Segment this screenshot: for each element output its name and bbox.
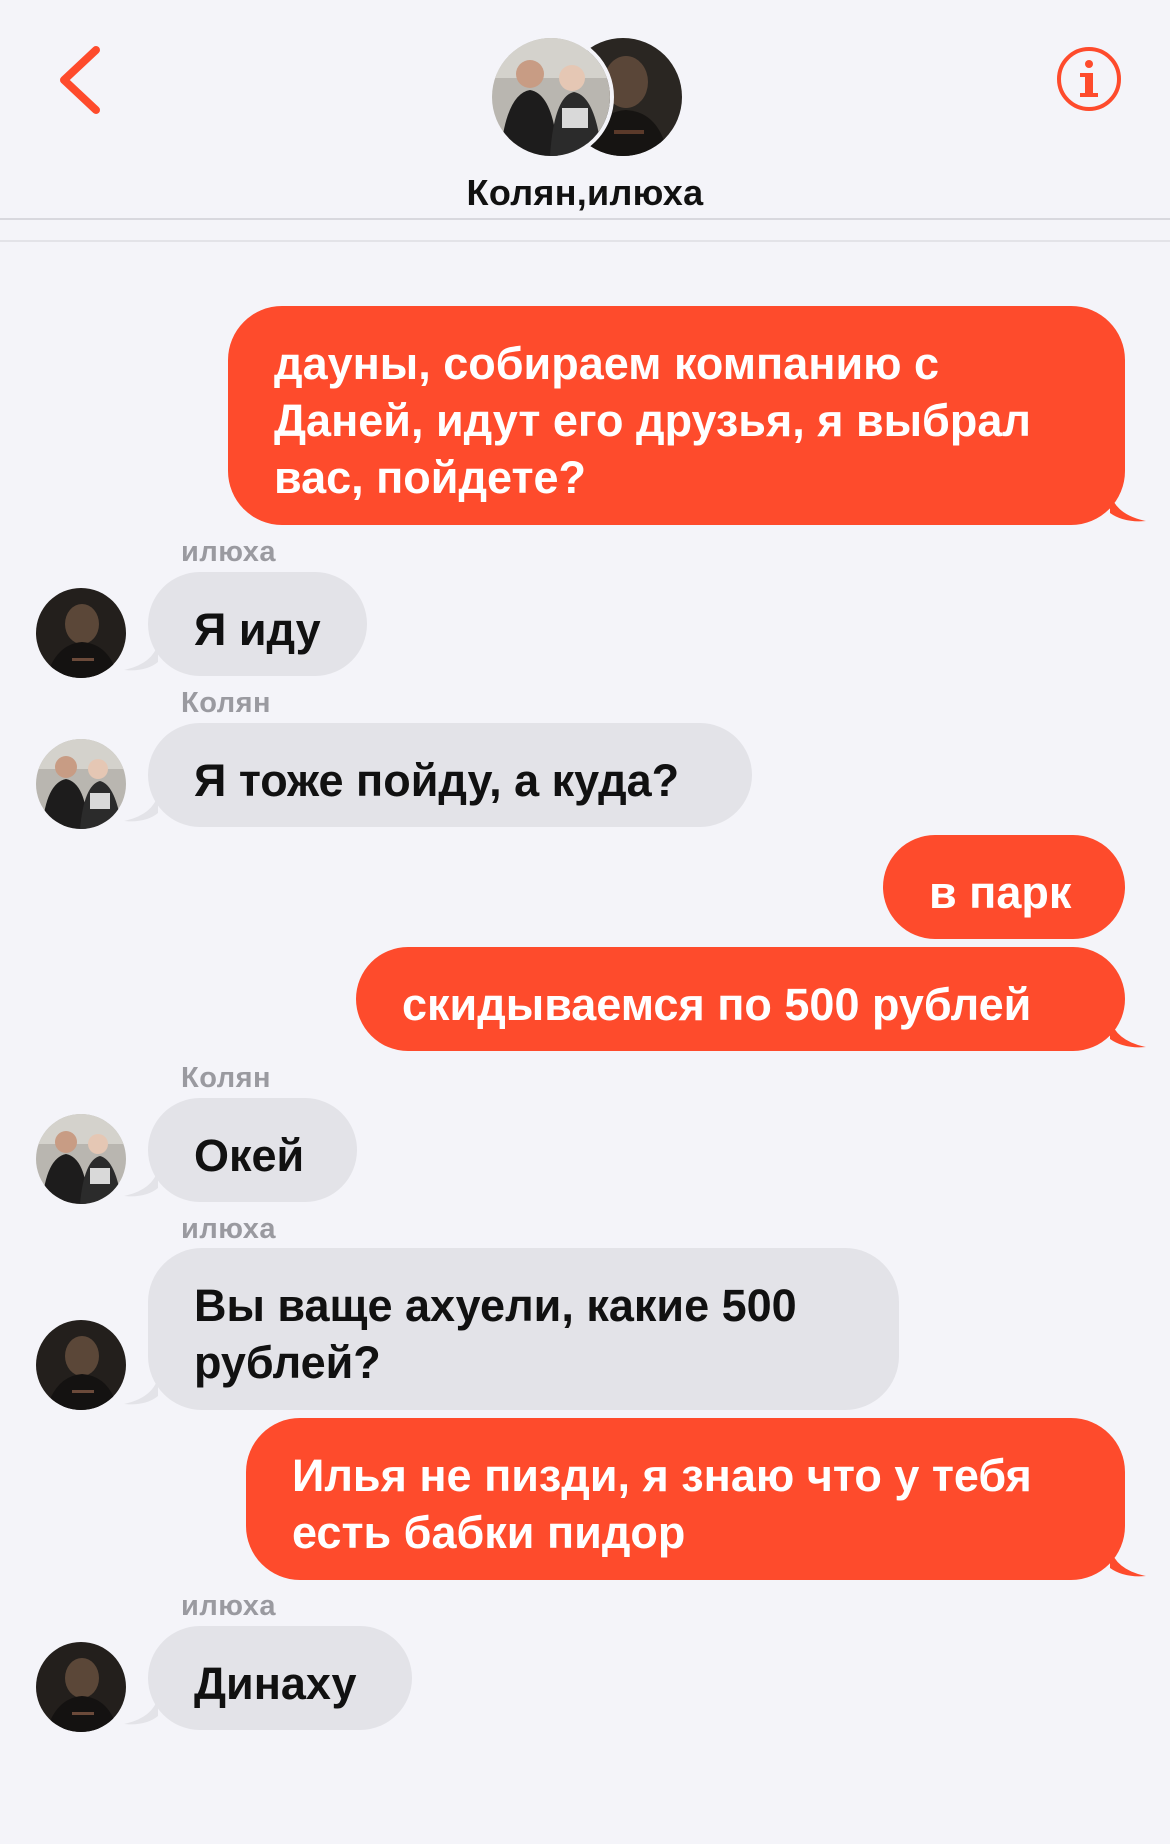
bubble-tail (1110, 493, 1146, 522)
chat-header: Колян,илюха (0, 0, 1170, 242)
message-line: рублей? (194, 1337, 381, 1388)
group-avatar[interactable] (488, 28, 686, 160)
message-outgoing[interactable]: Илья не пизди, я знаю что у тебя есть ба… (246, 1418, 1125, 1580)
message-line: Вы ваще ахуели, какие 500 (194, 1280, 797, 1331)
chevron-left-icon (60, 46, 100, 114)
message-line: в парк (929, 867, 1072, 918)
avatar-iluha[interactable] (36, 588, 126, 678)
message-outgoing[interactable]: дауны, собираем компанию с Даней, идут е… (228, 306, 1125, 525)
message-incoming[interactable]: Динаху (148, 1626, 412, 1730)
message-line: скидываемся по 500 рублей (402, 979, 1032, 1030)
avatar-iluha[interactable] (36, 1320, 126, 1410)
bubble-tail (124, 1698, 158, 1725)
sender-name: илюха (181, 1590, 277, 1622)
sender-name: Колян (181, 1062, 272, 1094)
message-line: вас, пойдете? (274, 452, 587, 503)
avatar-iluha[interactable] (36, 1642, 126, 1732)
message-incoming[interactable]: Я иду (148, 572, 367, 676)
message-line: Я тоже пойду, а куда? (194, 755, 680, 806)
message-line: Я иду (194, 604, 321, 655)
avatar-kolyan[interactable] (36, 739, 126, 829)
header-divider-secondary (0, 240, 1170, 242)
bubble-tail (124, 795, 158, 822)
sender-name: Колян (181, 687, 272, 719)
message-line: дауны, собираем компанию с (274, 338, 940, 389)
message-incoming[interactable]: Я тоже пойду, а куда? (148, 723, 752, 827)
message-outgoing[interactable]: в парк (883, 835, 1125, 939)
bubble-tail (124, 1378, 158, 1405)
message-line: Окей (194, 1130, 305, 1181)
back-button[interactable] (52, 42, 112, 118)
avatar-kolyan (488, 34, 614, 160)
bubble-tail (124, 644, 158, 671)
sender-name: илюха (181, 1213, 277, 1245)
info-button[interactable] (1055, 45, 1123, 113)
message-line: есть бабки пидор (292, 1507, 686, 1558)
message-incoming[interactable]: Вы ваще ахуели, какие 500 рублей? (148, 1248, 899, 1410)
bubble-tail (124, 1170, 158, 1197)
sender-name: илюха (181, 536, 277, 568)
message-outgoing[interactable]: скидываемся по 500 рублей (356, 947, 1125, 1051)
chat-title[interactable]: Колян,илюха (0, 172, 1170, 214)
message-incoming[interactable]: Окей (148, 1098, 357, 1202)
header-divider (0, 218, 1170, 220)
info-icon (1057, 47, 1121, 111)
message-line: Илья не пизди, я знаю что у тебя (292, 1450, 1032, 1501)
avatar-kolyan[interactable] (36, 1114, 126, 1204)
bubble-tail (1110, 1548, 1146, 1577)
message-line: Даней, идут его друзья, я выбрал (274, 395, 1031, 446)
bubble-tail (1110, 1019, 1146, 1048)
message-line: Динаху (194, 1658, 357, 1709)
